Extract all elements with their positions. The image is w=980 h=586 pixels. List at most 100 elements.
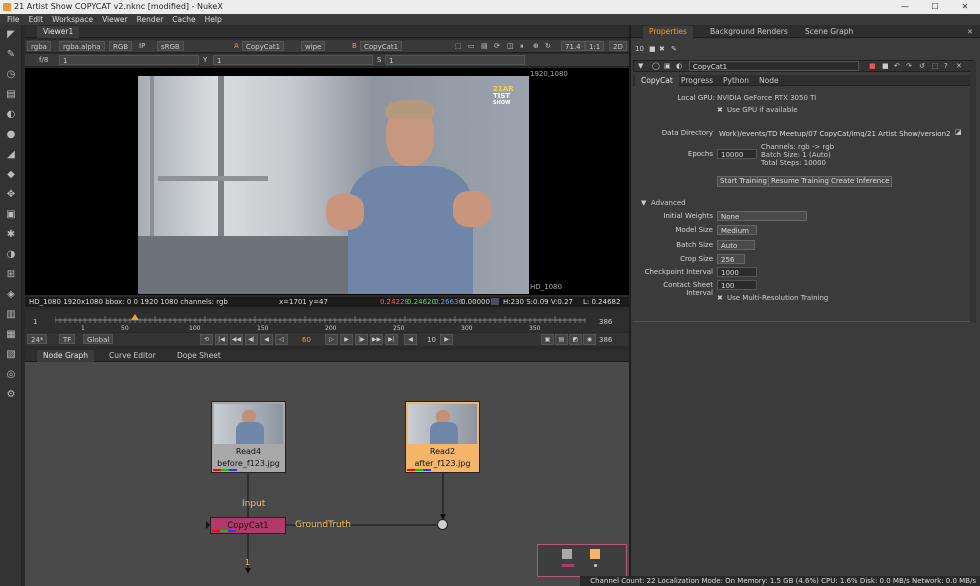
skip-back-button[interactable]: ◀ <box>404 334 417 345</box>
lock-icon[interactable]: ⊕ <box>533 41 539 51</box>
timeline[interactable]: 1 1 50 100 150 200 250 300 350 386 <box>25 310 629 332</box>
zoom-dropdown[interactable]: 71.4 <box>561 41 585 51</box>
tab-node-graph[interactable]: Node Graph <box>37 350 94 362</box>
next-increment-button[interactable]: |▶ <box>355 334 368 345</box>
collapse-icon[interactable]: ▼ <box>638 61 643 71</box>
pause-icon[interactable]: ⏸ <box>520 41 524 51</box>
tile-color-icon[interactable]: ■ <box>869 61 876 71</box>
gear-icon[interactable]: ⚙ <box>5 389 17 401</box>
tf-dropdown[interactable]: TF <box>59 334 76 344</box>
panel-close-icon[interactable]: ✕ <box>967 27 973 37</box>
tab-scene-graph[interactable]: Scene Graph <box>799 26 859 38</box>
menu-help[interactable]: Help <box>205 14 222 25</box>
skip-forward-button[interactable]: ▶ <box>440 334 453 345</box>
time-icon[interactable]: ◷ <box>5 69 17 81</box>
end-frame[interactable]: 386 <box>599 335 612 345</box>
guides-icon[interactable]: ▭ <box>468 41 475 51</box>
toolsets-icon[interactable]: ▥ <box>5 309 17 321</box>
proxy-mode-icon[interactable]: ◩ <box>569 334 582 345</box>
node-graph-minimap[interactable] <box>537 544 627 577</box>
node-name-field[interactable]: CopyCat1 <box>689 61 859 71</box>
data-directory-field[interactable]: Work)/events/TD Meetup/07 CopyCat/img/21… <box>715 128 951 138</box>
loop-icon[interactable]: ⟲ <box>200 334 213 345</box>
batch-size-dropdown[interactable]: Auto <box>717 240 755 250</box>
epochs-field[interactable]: 10000 <box>717 149 757 159</box>
subtab-progress[interactable]: Progress <box>675 75 719 86</box>
tab-background-renders[interactable]: Background Renders <box>704 26 794 38</box>
prev-increment-button[interactable]: ◀| <box>245 334 258 345</box>
first-frame-button[interactable]: |◀ <box>215 334 228 345</box>
menu-render[interactable]: Render <box>137 14 164 25</box>
particles-icon[interactable]: ✱ <box>5 229 17 241</box>
metadata-icon[interactable]: ◈ <box>5 289 17 301</box>
dot-node[interactable] <box>437 519 448 530</box>
ratio-dropdown[interactable]: 1:1 <box>585 41 605 51</box>
subtab-python[interactable]: Python <box>717 75 755 86</box>
sync-icon[interactable]: ⟳ <box>494 41 500 51</box>
read4-node[interactable]: Read4 before_f123.jpg <box>211 401 286 473</box>
alpha-dropdown[interactable]: rgba.alpha <box>59 41 105 51</box>
transform-icon[interactable]: ✥ <box>5 189 17 201</box>
play-forward-button[interactable]: ▶ <box>340 334 353 345</box>
maximize-button[interactable]: ☐ <box>920 0 950 14</box>
lut-dropdown[interactable]: sRGB <box>157 41 184 51</box>
prev-keyframe-button[interactable]: ◀◀ <box>230 334 243 345</box>
refresh-icon[interactable]: ↻ <box>545 41 551 51</box>
tab-viewer1[interactable]: Viewer1 <box>37 26 80 38</box>
colorspace-dropdown[interactable]: RGB <box>109 41 133 51</box>
wipe-dropdown[interactable]: wipe <box>301 41 326 51</box>
current-frame[interactable]: 60 <box>302 335 311 345</box>
deep-icon[interactable]: ◑ <box>5 249 17 261</box>
menu-edit[interactable]: Edit <box>29 14 44 25</box>
input-b-dropdown[interactable]: CopyCat1 <box>360 41 403 51</box>
float-icon[interactable]: ⬚ <box>932 61 939 71</box>
clip-icon[interactable]: ◫ <box>507 41 514 51</box>
furnace-icon[interactable]: ◎ <box>5 369 17 381</box>
use-gpu-checkbox[interactable]: ✖ <box>717 105 723 115</box>
mode-dropdown[interactable]: 2D <box>609 41 627 51</box>
lock-panel-icon[interactable]: ■ <box>649 44 656 54</box>
pencil-icon[interactable]: ✎ <box>671 44 677 54</box>
channels-dropdown[interactable]: rgba <box>27 41 51 51</box>
node-graph-canvas[interactable]: Read4 before_f123.jpg Read2 after_f123.j… <box>25 362 629 586</box>
start-training-button[interactable]: Start Training <box>717 176 770 187</box>
folder-browse-icon[interactable]: ◪ <box>955 127 962 137</box>
draw-icon[interactable]: ✎ <box>5 49 17 61</box>
merge-icon[interactable]: ◆ <box>5 169 17 181</box>
cache-icon[interactable]: ▤ <box>555 334 568 345</box>
subtab-node[interactable]: Node <box>753 75 785 86</box>
crop-size-dropdown[interactable]: 256 <box>717 254 745 264</box>
checkpoint-interval-field[interactable]: 1000 <box>717 267 757 277</box>
contact-sheet-interval-field[interactable]: 100 <box>717 280 757 290</box>
other-icon[interactable]: ▧ <box>5 349 17 361</box>
flipbook-icon[interactable]: ▣ <box>541 334 554 345</box>
3d-icon[interactable]: ▣ <box>5 209 17 221</box>
max-panels-count[interactable]: 10 <box>635 44 644 54</box>
close-node-icon[interactable]: ✕ <box>956 61 962 71</box>
advanced-toggle-icon[interactable]: ▼ <box>641 198 646 208</box>
s-slider[interactable]: 1 <box>385 55 525 65</box>
roi-icon[interactable]: ⬚ <box>455 41 462 51</box>
copycat-node[interactable]: CopyCat1 <box>210 517 286 534</box>
tab-dope-sheet[interactable]: Dope Sheet <box>171 350 227 362</box>
minimize-button[interactable]: — <box>890 0 920 14</box>
model-size-dropdown[interactable]: Medium <box>717 225 757 235</box>
input-icon[interactable]: ▣ <box>664 61 671 71</box>
keyer-icon[interactable]: ◢ <box>5 149 17 161</box>
resume-training-button[interactable]: Resume Training <box>768 176 832 187</box>
tab-properties[interactable]: Properties <box>643 26 693 38</box>
gain-slider[interactable]: 1 <box>59 55 199 65</box>
advanced-label[interactable]: Advanced <box>651 198 686 208</box>
menu-workspace[interactable]: Workspace <box>52 14 93 25</box>
pointer-icon[interactable]: ◤ <box>5 29 17 41</box>
properties-scrollbar[interactable] <box>970 61 976 323</box>
gamma-slider[interactable]: 1 <box>213 55 373 65</box>
compare-icon[interactable]: ◉ <box>583 334 596 345</box>
fps-dropdown[interactable]: 24* <box>27 334 48 344</box>
color-icon-header[interactable]: ◐ <box>676 61 682 71</box>
channel-icon[interactable]: ▤ <box>5 89 17 101</box>
tab-curve-editor[interactable]: Curve Editor <box>103 350 162 362</box>
prev-frame-button[interactable]: ◁ <box>275 334 288 345</box>
play-backward-button[interactable]: ◀ <box>260 334 273 345</box>
next-keyframe-button[interactable]: ▶▶ <box>370 334 383 345</box>
